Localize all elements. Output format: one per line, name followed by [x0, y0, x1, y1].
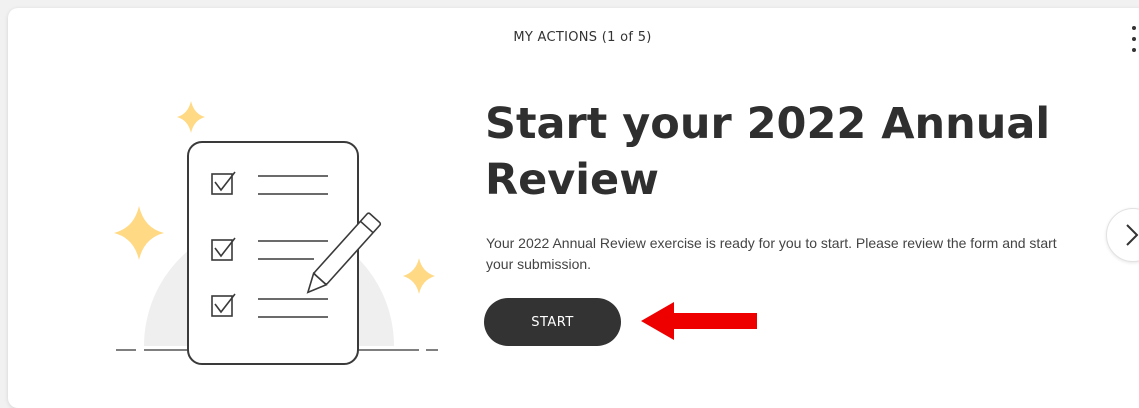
chevron-right-icon: [1126, 224, 1139, 246]
action-card: MY ACTIONS (1 of 5) Start your 2022 Annu…: [8, 8, 1139, 408]
card-description: Your 2022 Annual Review exercise is read…: [486, 235, 1057, 272]
start-button[interactable]: START: [484, 298, 621, 346]
card-title: Start your 2022 Annual Review: [485, 99, 1051, 205]
more-options-icon[interactable]: [1129, 24, 1139, 54]
card-header: MY ACTIONS (1 of 5): [513, 30, 652, 45]
checklist-illustration: [114, 101, 438, 365]
red-arrow-annotation: [641, 302, 757, 340]
